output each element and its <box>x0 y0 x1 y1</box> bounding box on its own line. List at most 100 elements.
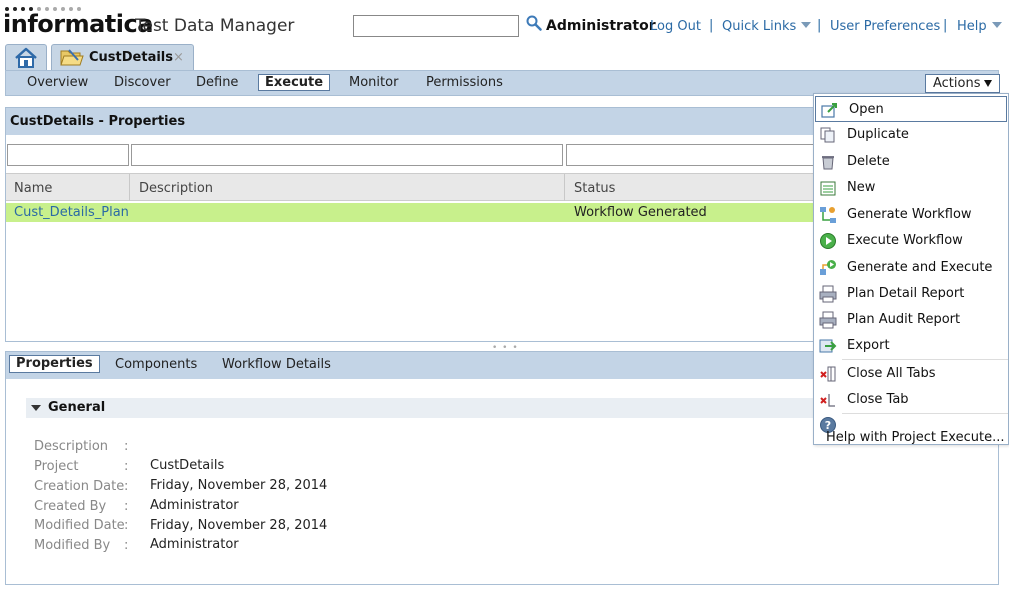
section-title: General <box>48 400 106 415</box>
menu-item-close-tab[interactable]: Close Tab <box>814 387 1008 413</box>
collapse-triangle-icon <box>31 405 41 411</box>
menu-item-duplicate[interactable]: Duplicate <box>814 122 1008 148</box>
logout-link[interactable]: Log Out <box>650 19 701 34</box>
header-separator: | <box>943 18 948 33</box>
chevron-down-icon <box>991 22 1002 28</box>
workspace-tabs: CustDetails × <box>0 40 1009 70</box>
help-menu[interactable]: Help <box>957 19 1002 34</box>
tab-workflow-details[interactable]: Workflow Details <box>222 357 331 372</box>
new-icon <box>820 181 836 196</box>
header-separator: | <box>709 18 714 33</box>
menu-label: Execute Workflow <box>847 233 963 248</box>
menu-item-generate-workflow[interactable]: Generate Workflow <box>814 202 1008 228</box>
field-colon: : <box>124 459 129 474</box>
search-input[interactable] <box>353 15 519 37</box>
field-label-modified-date: Modified Date <box>34 518 125 533</box>
field-value-modified-date: Friday, November 28, 2014 <box>150 518 328 533</box>
menu-label: New <box>847 180 876 195</box>
field-value-created-by: Administrator <box>150 498 239 513</box>
tab-custdetails[interactable]: CustDetails × <box>51 44 194 70</box>
printer-icon <box>819 285 837 303</box>
menu-divider <box>842 359 1008 360</box>
field-colon: : <box>124 479 129 494</box>
menu-label: Generate and Execute <box>847 260 993 275</box>
export-icon <box>819 339 837 353</box>
app-header: informatica Test Data Manager Administra… <box>0 0 1009 40</box>
field-label-creation-date: Creation Date <box>34 479 125 494</box>
user-preferences-link[interactable]: User Preferences <box>830 19 940 34</box>
quick-links-label: Quick Links <box>722 19 797 34</box>
menu-label: Delete <box>847 154 890 169</box>
menu-item-generate-execute[interactable]: Generate and Execute <box>814 255 1008 281</box>
nav-execute[interactable]: Execute <box>258 74 331 91</box>
field-value-modified-by: Administrator <box>150 537 239 552</box>
user-name: Administrator <box>546 18 656 34</box>
field-label-description: Description <box>34 439 109 454</box>
tab-properties[interactable]: Properties <box>9 355 100 373</box>
folder-open-icon <box>60 49 84 66</box>
menu-item-plan-detail-report[interactable]: Plan Detail Report <box>814 281 1008 307</box>
menu-item-help[interactable]: ? Help with Project Execute... <box>814 414 1008 445</box>
home-icon <box>15 47 37 68</box>
field-label-project: Project <box>34 459 79 474</box>
tab-components[interactable]: Components <box>115 357 197 372</box>
header-separator: | <box>817 18 822 33</box>
description-filter-input[interactable] <box>131 144 563 166</box>
actions-menu: Open Duplicate Delete New Generate Workf… <box>813 93 1009 445</box>
menu-item-close-all-tabs[interactable]: Close All Tabs <box>814 361 1008 387</box>
menu-item-open[interactable]: Open <box>815 96 1007 122</box>
nav-discover[interactable]: Discover <box>114 75 171 90</box>
quick-links-menu[interactable]: Quick Links <box>722 19 812 34</box>
status-filter-input[interactable] <box>566 144 816 166</box>
chevron-down-icon <box>983 80 992 87</box>
menu-label: Duplicate <box>847 127 909 142</box>
column-header-name[interactable]: Name <box>14 181 52 196</box>
home-tab[interactable] <box>5 44 47 70</box>
menu-label: Plan Detail Report <box>847 286 965 301</box>
tab-title: CustDetails <box>89 50 173 65</box>
printer-icon <box>819 311 837 329</box>
column-header-status[interactable]: Status <box>574 181 615 196</box>
plan-status: Workflow Generated <box>574 205 707 220</box>
menu-item-new[interactable]: New <box>814 175 1008 201</box>
field-label-modified-by: Modified By <box>34 538 111 553</box>
generate-workflow-icon <box>820 207 836 223</box>
nav-overview[interactable]: Overview <box>27 75 88 90</box>
name-filter-input[interactable] <box>7 144 129 166</box>
plan-name-link[interactable]: Cust_Details_Plan <box>14 205 129 220</box>
field-colon: : <box>124 518 129 533</box>
column-header-description[interactable]: Description <box>139 181 213 196</box>
menu-item-export[interactable]: Export <box>814 333 1008 359</box>
menu-label: Plan Audit Report <box>847 312 961 327</box>
menu-label: Export <box>847 338 890 353</box>
actions-button[interactable]: Actions <box>925 74 1000 93</box>
column-divider[interactable] <box>129 174 130 201</box>
menu-label: Generate Workflow <box>847 207 972 222</box>
field-value-creation-date: Friday, November 28, 2014 <box>150 478 328 493</box>
field-colon: : <box>124 439 129 454</box>
brand-logo: informatica <box>3 10 153 38</box>
menu-item-execute-workflow[interactable]: Execute Workflow <box>814 228 1008 254</box>
close-all-tabs-icon <box>820 366 836 382</box>
nav-define[interactable]: Define <box>196 75 238 90</box>
menu-label: Open <box>849 102 884 117</box>
close-tab-icon <box>820 394 835 407</box>
open-icon <box>821 103 837 118</box>
trash-icon <box>822 156 834 170</box>
menu-item-plan-audit-report[interactable]: Plan Audit Report <box>814 307 1008 333</box>
column-divider[interactable] <box>564 174 565 201</box>
help-label: Help <box>957 19 987 34</box>
play-icon <box>820 233 836 249</box>
actions-label: Actions <box>933 76 981 91</box>
nav-permissions[interactable]: Permissions <box>426 75 503 90</box>
chevron-down-icon <box>801 22 812 28</box>
field-colon: : <box>124 499 129 514</box>
close-icon[interactable]: × <box>173 50 184 65</box>
menu-item-delete[interactable]: Delete <box>814 149 1008 175</box>
field-value-project: CustDetails <box>150 458 225 473</box>
search-icon[interactable] <box>526 15 542 31</box>
nav-monitor[interactable]: Monitor <box>349 75 398 90</box>
duplicate-icon <box>820 127 835 143</box>
field-label-created-by: Created By <box>34 499 107 514</box>
menu-label: Close All Tabs <box>847 366 936 381</box>
